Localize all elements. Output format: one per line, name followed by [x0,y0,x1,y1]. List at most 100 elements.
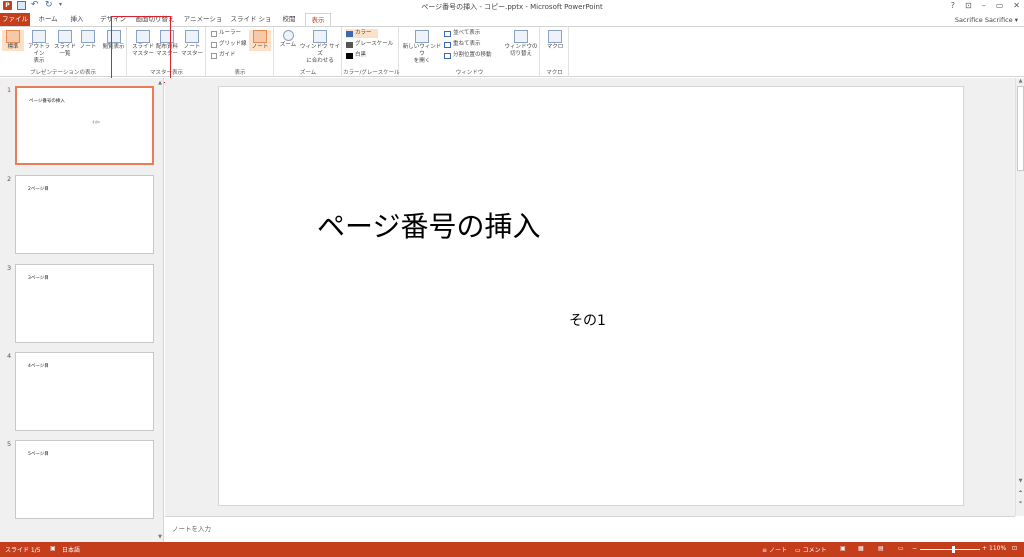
outline-view-icon [32,30,46,43]
notes-toggle-button[interactable]: ノート [249,30,271,51]
tab-insert[interactable]: 挿入 [66,13,88,26]
comments-status-button[interactable]: ▭ コメント [795,545,827,554]
tab-animations[interactable]: アニメーション [182,13,224,36]
zoom-slider[interactable] [920,546,980,553]
notes-placeholder: ノートを入力 [172,525,211,533]
outline-view-button[interactable]: アウトライン 表示 [26,30,52,65]
checkbox-icon [211,52,217,59]
color-button[interactable]: カラー [346,29,378,38]
gridlines-checkbox[interactable]: グリッド線 [211,40,247,49]
annotation-highlight-box [111,16,171,83]
notes-master-icon [185,30,199,43]
checkbox-icon [211,30,217,37]
thumbnail-subtitle: その1 [92,120,100,124]
slide-subtitle[interactable]: その1 [569,310,606,330]
black-white-button[interactable]: 白黒 [346,51,366,60]
next-slide-icon[interactable]: ⏷ [1016,500,1024,506]
thumbnail-number: 3 [7,264,12,272]
magnifier-icon [282,30,294,41]
slide-thumbnail-4[interactable]: 4ページ目 [15,352,154,431]
tab-review[interactable]: 校閲 [278,13,300,26]
group-label: 表示 [234,70,246,76]
zoom-level[interactable]: 110% [989,545,1006,552]
zoom-in-icon[interactable]: + [982,545,987,552]
macros-button[interactable]: マクロ [544,30,566,51]
slideshow-status-icon[interactable]: ▭ [898,545,904,552]
slide-thumbnail-3[interactable]: 3ページ目 [15,264,154,343]
normal-view-button[interactable]: 標準 [2,30,24,51]
tab-view[interactable]: 表示 [305,13,331,26]
slide-sorter-button[interactable]: スライド 一覧 [54,30,76,58]
grayscale-button[interactable]: グレースケール [346,40,393,49]
zoom-button[interactable]: ズーム [277,30,299,49]
title-bar: P ↶ ↻ ▾ ページ番号の挿入 - コピー.pptx - Microsoft … [0,0,1024,13]
notes-pane[interactable]: ノートを入力 [165,516,1015,542]
minimize-button[interactable]: – [982,1,986,10]
fit-to-window-button[interactable]: ウィンドウ サイズ に合わせる [299,30,341,65]
window-title: ページ番号の挿入 - コピー.pptx - Microsoft PowerPoi… [421,3,603,11]
cascade-button[interactable]: 重ねて表示 [444,40,481,49]
thumbnail-title: 3ページ目 [28,276,49,281]
scroll-down-icon[interactable]: ▼ [1016,478,1024,484]
group-show: ルーラー グリッド線 ガイド ノート 表示 [207,27,274,77]
zoom-out-icon[interactable]: − [912,545,917,552]
scroll-down-icon[interactable]: ▼ [157,534,163,540]
user-name[interactable]: Sacrifice Sacrifice ▾ [955,16,1018,24]
thumbnail-title: 5ページ目 [28,452,49,457]
slide-thumbnail-5[interactable]: 5ページ目 [15,440,154,519]
notes-master-button[interactable]: ノート マスター [181,30,203,58]
normal-view-icon [6,30,20,43]
thumbnail-title: 2ページ目 [28,187,49,192]
thumbnail-title: ページ番号の挿入 [29,99,65,104]
group-label: マクロ [546,70,563,76]
reading-view-status-icon[interactable]: ▤ [878,545,884,552]
new-window-button[interactable]: 新しいウィンドウ を開く [402,30,442,65]
notes-icon [253,30,267,43]
tab-file[interactable]: ファイル [0,13,30,26]
group-label: カラー/グレースケール [343,70,400,76]
slide-thumbnail-pane: 1 ページ番号の挿入 その1 2 2ページ目 3 3ページ目 4 4ページ目 5… [0,78,164,542]
scroll-up-icon[interactable]: ▲ [157,80,163,86]
thumbnail-number: 5 [7,440,12,448]
notes-page-icon [81,30,95,43]
group-macros: マクロ マクロ [541,27,569,77]
thumbnail-scrollbar[interactable]: ▲ ▼ [157,78,163,542]
language-icon[interactable]: ▣ [50,545,56,552]
current-slide[interactable]: ページ番号の挿入 その1 [218,86,964,506]
fit-slide-icon[interactable]: ⊡ [1012,545,1017,552]
fit-window-icon [313,30,327,43]
zoom-slider-knob[interactable] [951,546,955,553]
group-label: プレゼンテーションの表示 [30,70,96,76]
group-color: カラー グレースケール 白黒 カラー/グレースケール [343,27,400,77]
switch-windows-button[interactable]: ウィンドウの 切り替え [504,30,538,58]
window-controls: ? ⊡ – ▭ ✕ [951,1,1020,10]
previous-slide-icon[interactable]: ⏶ [1016,489,1024,495]
split-icon [444,52,451,59]
slide-thumbnail-1[interactable]: ページ番号の挿入 その1 [15,86,154,165]
normal-view-status-icon[interactable]: ▣ [840,545,846,552]
arrange-all-button[interactable]: 並べて表示 [444,29,480,38]
status-bar: スライド 1/5 ▣ 日本語 ≡ ノート ▭ コメント ▣ ▦ ▤ ▭ − + … [0,542,1024,557]
ruler-checkbox[interactable]: ルーラー [211,29,241,38]
restore-button[interactable]: ▭ [996,1,1004,10]
close-button[interactable]: ✕ [1013,1,1020,10]
tab-home[interactable]: ホーム [34,13,62,26]
language-indicator[interactable]: 日本語 [62,545,80,554]
slide-thumbnail-2[interactable]: 2ページ目 [15,175,154,254]
sorter-view-status-icon[interactable]: ▦ [858,545,864,552]
notes-status-button[interactable]: ≡ ノート [762,545,787,554]
help-button[interactable]: ? [951,1,955,10]
scroll-up-icon[interactable]: ▲ [1016,78,1024,84]
move-split-button[interactable]: 分割位置の移動 [444,51,492,60]
slide-title[interactable]: ページ番号の挿入 [317,205,540,245]
guides-checkbox[interactable]: ガイド [211,51,236,60]
tab-slideshow[interactable]: スライド ショー [228,13,274,36]
scrollbar-thumb[interactable] [1017,86,1024,171]
grayscale-swatch-icon [346,41,353,48]
thumbnail-number: 2 [7,175,12,183]
bw-swatch-icon [346,52,353,59]
notes-page-button[interactable]: ノート [77,30,99,51]
slide-scrollbar[interactable]: ▲ ▼ ⏶ ⏷ [1015,78,1024,516]
color-swatch-icon [346,30,353,37]
ribbon-display-button[interactable]: ⊡ [965,1,972,10]
